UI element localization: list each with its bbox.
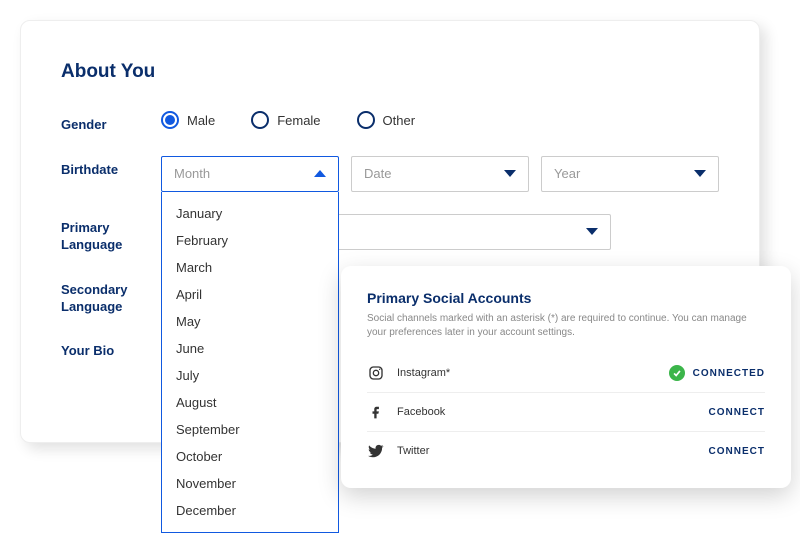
month-option[interactable]: June xyxy=(162,335,338,362)
caret-down-icon xyxy=(504,170,516,177)
month-option[interactable]: November xyxy=(162,470,338,497)
month-option[interactable]: July xyxy=(162,362,338,389)
social-title: Primary Social Accounts xyxy=(367,290,765,306)
connected-label: CONNECTED xyxy=(693,368,765,379)
social-row-instagram: Instagram* CONNECTED xyxy=(367,354,765,393)
secondary-language-label: Secondary Language xyxy=(61,276,161,316)
gender-male-radio[interactable]: Male xyxy=(161,111,215,129)
gender-other-radio[interactable]: Other xyxy=(357,111,416,129)
about-you-card: About You Gender Male Female Other Birth… xyxy=(20,20,760,443)
social-name: Twitter xyxy=(397,445,709,457)
social-description: Social channels marked with an asterisk … xyxy=(367,312,765,340)
birthdate-row: Birthdate Month JanuaryFebruaryMarchApri… xyxy=(61,156,719,192)
your-bio-label: Your Bio xyxy=(61,337,161,360)
social-name: Instagram* xyxy=(397,367,669,379)
social-row-twitter: Twitter CONNECT xyxy=(367,432,765,470)
month-option[interactable]: October xyxy=(162,443,338,470)
radio-label: Male xyxy=(187,113,215,128)
radio-label: Female xyxy=(277,113,320,128)
social-row-facebook: Facebook CONNECT xyxy=(367,393,765,432)
month-option[interactable]: September xyxy=(162,416,338,443)
month-select[interactable]: Month JanuaryFebruaryMarchAprilMayJuneJu… xyxy=(161,156,339,192)
month-option[interactable]: January xyxy=(162,200,338,227)
caret-up-icon xyxy=(314,170,326,177)
month-option[interactable]: March xyxy=(162,254,338,281)
month-option[interactable]: February xyxy=(162,227,338,254)
gender-row: Gender Male Female Other xyxy=(61,111,719,134)
gender-options: Male Female Other xyxy=(161,111,719,129)
gender-label: Gender xyxy=(61,111,161,134)
social-accounts-card: Primary Social Accounts Social channels … xyxy=(341,266,791,488)
radio-label: Other xyxy=(383,113,416,128)
connect-button[interactable]: CONNECT xyxy=(709,446,765,457)
year-select[interactable]: Year xyxy=(541,156,719,192)
birthdate-label: Birthdate xyxy=(61,156,161,179)
radio-icon xyxy=(357,111,375,129)
twitter-icon xyxy=(367,442,385,460)
radio-icon xyxy=(251,111,269,129)
section-title: About You xyxy=(61,61,719,83)
month-placeholder: Month xyxy=(174,166,210,181)
year-placeholder: Year xyxy=(554,166,580,181)
month-option[interactable]: December xyxy=(162,497,338,524)
month-option[interactable]: August xyxy=(162,389,338,416)
caret-down-icon xyxy=(586,228,598,235)
facebook-icon xyxy=(367,403,385,421)
primary-language-label: Primary Language xyxy=(61,214,161,254)
date-placeholder: Date xyxy=(364,166,391,181)
instagram-icon xyxy=(367,364,385,382)
caret-down-icon xyxy=(694,170,706,177)
month-dropdown: JanuaryFebruaryMarchAprilMayJuneJulyAugu… xyxy=(161,192,339,533)
social-name: Facebook xyxy=(397,406,709,418)
month-option[interactable]: April xyxy=(162,281,338,308)
radio-icon xyxy=(161,111,179,129)
connect-button[interactable]: CONNECT xyxy=(709,407,765,418)
birthdate-selects: Month JanuaryFebruaryMarchAprilMayJuneJu… xyxy=(161,156,719,192)
date-select[interactable]: Date xyxy=(351,156,529,192)
primary-language-row: Primary Language xyxy=(61,214,719,254)
check-icon xyxy=(669,365,685,381)
gender-female-radio[interactable]: Female xyxy=(251,111,320,129)
month-option[interactable]: May xyxy=(162,308,338,335)
